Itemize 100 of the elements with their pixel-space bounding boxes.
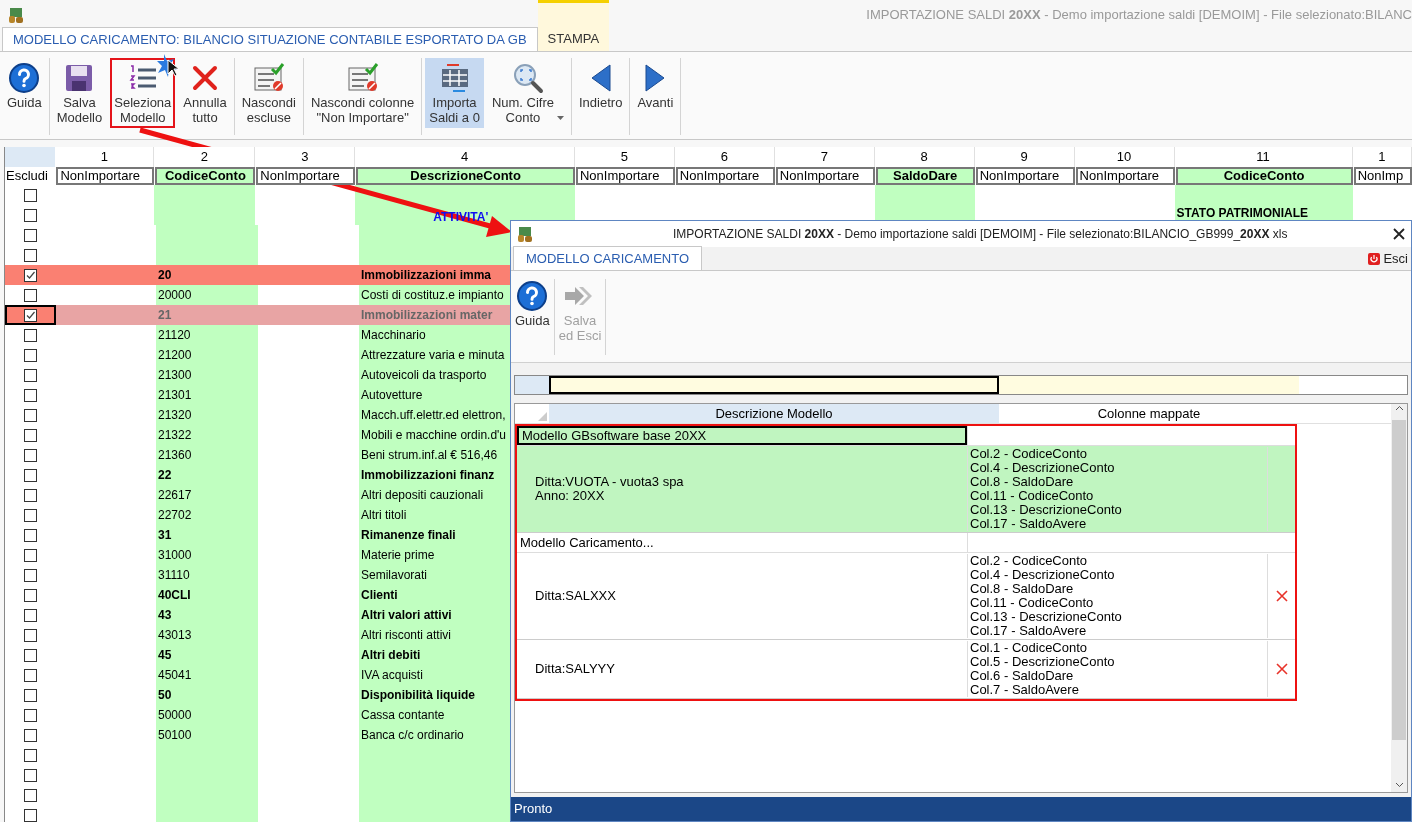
column-field-label[interactable]: SaldoDare	[875, 167, 975, 185]
toolbar-button[interactable]: Avanti	[633, 58, 678, 128]
column-number: 7	[774, 147, 875, 167]
account-description: Macch.uff.elettr.ed elettron,	[360, 407, 506, 424]
account-description: Mobili e macchine ordin.d'u	[360, 427, 507, 444]
toolbar-button[interactable]: Salva Modello	[52, 58, 107, 128]
account-code: 45	[157, 647, 172, 664]
account-description: Attrezzature varia e minuta	[360, 347, 505, 364]
mapped-column: Col.8 - SaldoDare	[970, 475, 1267, 489]
toolbar-button[interactable]: Nascondi colonne "Non Importare"	[306, 58, 419, 128]
model-group-row[interactable]: Modello GBsoftware base 20XX	[517, 426, 967, 445]
account-description: Materie prime	[360, 547, 435, 564]
mapped-column: Col.11 - CodiceConto	[970, 489, 1267, 503]
account-code: 45041	[157, 667, 192, 684]
account-description: Altri depositi cauzionali	[360, 487, 484, 504]
account-code: 20000	[157, 287, 192, 304]
account-code: 22	[157, 467, 172, 484]
model-info: Anno: 20XX	[535, 489, 606, 503]
model-row[interactable]: Ditta:VUOTA - vuota3 spa Anno: 20XX Col.2 - CodiceConto Col.4 - DescrizioneConto Col.8 - SaldoDare Col.11 - CodiceConto Col.13 - DescrizioneConto Col.17 - SaldoAvere	[517, 446, 1295, 533]
toolbar-button[interactable]: Guida	[511, 279, 555, 355]
toolbar-button[interactable]: Guida	[3, 58, 46, 128]
column-field-label[interactable]: NonImportare	[56, 167, 155, 185]
account-code: 40CLI	[157, 587, 191, 604]
mapped-column: Col.2 - CodiceConto	[970, 447, 1267, 461]
account-description: Banca c/c ordinario	[360, 727, 464, 744]
mapped-column: Col.8 - SaldoDare	[970, 582, 1267, 596]
account-description: Autoveicoli da trasporto	[360, 367, 487, 384]
dialog-title: IMPORTAZIONE SALDI 20XX - Demo importazione saldi [DEMOIM] - File selezionato:BILANCIO_GB999_20XX xls	[673, 226, 1288, 243]
column-field-label[interactable]: CodiceConto	[155, 167, 256, 185]
account-description: Immobilizzazioni imma	[360, 267, 492, 284]
model-info: Ditta:VUOTA - vuota3 spa	[535, 475, 685, 489]
mapped-column: Col.17 - SaldoAvere	[970, 624, 1267, 638]
model-info: Ditta:SALYYY	[535, 662, 616, 676]
model-row[interactable]: Ditta:SALYYY Col.1 - CodiceConto Col.5 - DescrizioneConto Col.6 - SaldoDare Col.7 - SaldoAvere	[517, 640, 1295, 699]
account-description: Semilavorati	[360, 567, 428, 584]
toolbar-button[interactable]: Importa Saldi a 0	[425, 58, 484, 128]
account-description: Costi di costituz.e impianto	[360, 287, 504, 304]
column-number: 8	[874, 147, 975, 167]
account-code: 20	[157, 267, 172, 284]
column-field-label[interactable]: NonImportare	[256, 167, 356, 185]
mapped-column: Col.17 - SaldoAvere	[970, 517, 1267, 531]
column-number: 1	[1352, 147, 1412, 167]
mapped-column: Col.7 - SaldoAvere	[970, 683, 1267, 697]
column-field-label[interactable]: CodiceConto	[1175, 167, 1353, 185]
account-code: 21300	[157, 367, 192, 384]
account-code: 21301	[157, 387, 192, 404]
column-number: 1	[55, 147, 155, 167]
model-row[interactable]: Ditta:SALXXX Col.2 - CodiceConto Col.4 - DescrizioneConto Col.8 - SaldoDare Col.11 - CodiceConto Col.13 - DescrizioneConto Col.17 - SaldoAvere	[517, 553, 1295, 640]
column-number: 4	[355, 147, 575, 167]
mapped-column: Col.4 - DescrizioneConto	[970, 568, 1267, 582]
mapped-column: Col.2 - CodiceConto	[970, 554, 1267, 568]
toolbar-button[interactable]: Indietro	[575, 58, 627, 128]
model-info: Ditta:SALXXX	[535, 589, 617, 603]
account-description: Autovetture	[360, 387, 423, 404]
account-code: 50000	[157, 707, 192, 724]
column-field-label[interactable]: NonImp	[1353, 167, 1412, 185]
model-group-row[interactable]: Modello Caricamento...	[517, 533, 967, 552]
ribbon-tab[interactable]: STAMPA	[537, 0, 610, 51]
toolbar-button[interactable]: Num. Cifre Conto	[487, 58, 568, 128]
status-bar: Pronto	[511, 797, 1411, 821]
column-number: 5	[574, 147, 675, 167]
column-field-label[interactable]: DescrizioneConto	[356, 167, 575, 185]
account-code: 21320	[157, 407, 192, 424]
column-field-label[interactable]: NonImportare	[575, 167, 675, 185]
window-title: IMPORTAZIONE SALDI 20XX - Demo importazione saldi [DEMOIM] - File selezionato:BILANC	[866, 6, 1412, 25]
column-field-label[interactable]: NonImportare	[775, 167, 875, 185]
account-code: 31000	[157, 547, 192, 564]
mapped-column: Col.13 - DescrizioneConto	[970, 610, 1267, 624]
section-heading: STATO PATRIMONIALE	[1176, 206, 1309, 220]
toolbar-button[interactable]: Seleziona Modello	[110, 58, 176, 128]
toolbar-button[interactable]: Annulla tutto	[179, 58, 231, 128]
toolbar-button[interactable]: Nascondi escluse	[237, 58, 300, 128]
account-code: 22702	[157, 507, 192, 524]
account-description: Macchinario	[360, 327, 426, 344]
ribbon-tab[interactable]: MODELLO CARICAMENTO: BILANCIO SITUAZIONE CONTABILE ESPORTATO DA GB	[2, 27, 538, 51]
account-description: Immobilizzazioni finanz	[360, 467, 495, 484]
ribbon-tab[interactable]: MODELLO CARICAMENTO	[513, 246, 702, 270]
exit-button[interactable]: Esci	[1368, 248, 1411, 269]
account-code: 50100	[157, 727, 192, 744]
account-code: 21	[157, 307, 172, 324]
account-code: 21360	[157, 447, 192, 464]
column-number: 9	[974, 147, 1075, 167]
account-description: Rimanenze finali	[360, 527, 456, 544]
mapped-column: Col.6 - SaldoDare	[970, 669, 1267, 683]
column-field-label[interactable]: NonImportare	[975, 167, 1075, 185]
column-field-label[interactable]: NonImportare	[1075, 167, 1175, 185]
column-number: 11	[1174, 147, 1353, 167]
column-number: 10	[1074, 147, 1175, 167]
account-description: Disponibilità liquide	[360, 687, 475, 704]
column-header: Escludi	[5, 167, 56, 185]
account-code: 21322	[157, 427, 192, 444]
account-description: Altri valori attivi	[360, 607, 452, 624]
column-field-label[interactable]: NonImportare	[675, 167, 775, 185]
column-number: 6	[674, 147, 775, 167]
account-code: 43	[157, 607, 172, 624]
account-code: 21200	[157, 347, 192, 364]
account-description: Altri titoli	[360, 507, 407, 524]
mapped-column: Col.11 - CodiceConto	[970, 596, 1267, 610]
account-code: 50	[157, 687, 172, 704]
mapped-column: Col.13 - DescrizioneConto	[970, 503, 1267, 517]
